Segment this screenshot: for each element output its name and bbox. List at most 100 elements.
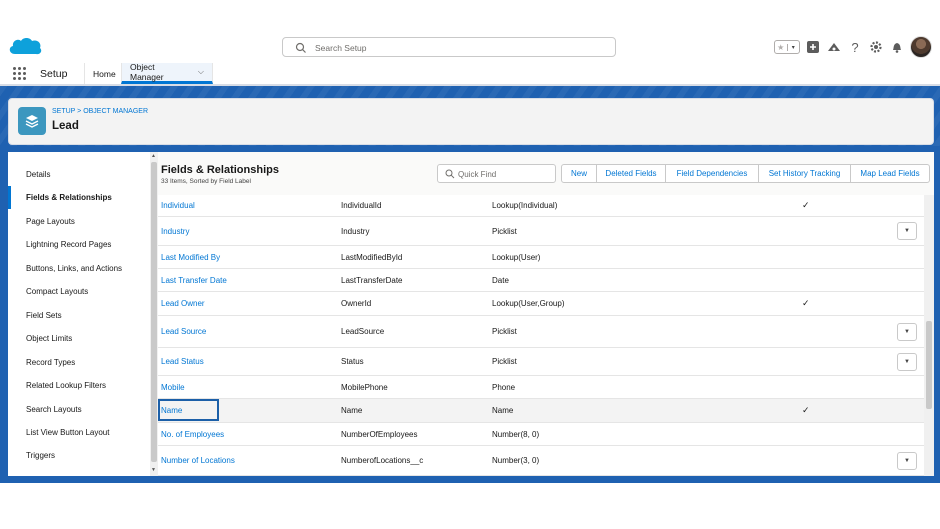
field-label-link[interactable]: Number of Locations (161, 446, 235, 475)
layers-icon (18, 107, 46, 135)
section-subtitle: 33 Items, Sorted by Field Label (161, 178, 251, 185)
field-api-name: NumberOfEmployees (341, 429, 418, 439)
field-label-link[interactable]: Individual (161, 195, 195, 216)
sidebar-scrollbar[interactable]: ▲ ▼ (150, 152, 158, 476)
sidebar-item-search-layouts[interactable]: Search Layouts (8, 398, 150, 421)
field-api-name: IndividualId (341, 201, 382, 210)
field-label-link[interactable]: Lead Status (161, 348, 204, 375)
sidebar-item-field-sets[interactable]: Field Sets (8, 304, 150, 327)
sidebar-item-label: Compact Layouts (26, 287, 89, 296)
sidebar-item-label: Buttons, Links, and Actions (26, 264, 123, 273)
field-label-link[interactable]: Industry (161, 217, 189, 245)
field-label-link[interactable]: No. of Employees (161, 423, 224, 445)
field-data-type: Picklist (492, 327, 517, 336)
field-data-type: Phone (492, 382, 516, 392)
checkmark-icon: ✓ (802, 298, 810, 308)
object-header: SETUP > OBJECT MANAGER Lead (8, 98, 934, 145)
sidebar-item-record-types[interactable]: Record Types (8, 351, 150, 374)
row-actions-button[interactable]: ▼ (897, 222, 917, 240)
set-history-tracking-button[interactable]: Set History Tracking (758, 164, 851, 183)
search-placeholder: Search Setup (315, 43, 367, 53)
chevron-down-icon[interactable]: ▾ (786, 43, 800, 51)
favorites-button[interactable]: ★ ▾ (774, 40, 800, 54)
scroll-up-icon[interactable]: ▲ (151, 153, 156, 159)
star-icon[interactable]: ★ (775, 43, 787, 52)
sidebar-item-label: List View Button Layout (26, 428, 110, 437)
field-label-link[interactable]: Mobile (161, 376, 185, 398)
row-actions-cell: ▼ (897, 316, 917, 347)
field-api-name: LastTransferDate (341, 275, 403, 285)
tab-object-manager-label: Object Manager (130, 62, 164, 82)
sidebar-item-page-layouts[interactable]: Page Layouts (8, 210, 150, 233)
field-label-link[interactable]: Lead Source (161, 316, 206, 347)
sidebar-item-fields-relationships[interactable]: Fields & Relationships (8, 186, 150, 209)
field-label-link[interactable]: Lead Owner (161, 292, 205, 315)
sidebar-item-label: Field Sets (26, 311, 62, 320)
table-row: Lead Status Status Picklist ▼ (158, 348, 924, 376)
sidebar-item-compact-layouts[interactable]: Compact Layouts (8, 280, 150, 303)
salesforce-logo-icon[interactable] (6, 34, 44, 58)
row-actions-button[interactable]: ▼ (897, 451, 917, 470)
sidebar-item-label: Triggers (26, 451, 56, 460)
sidebar-item-label: Details (26, 170, 51, 179)
breadcrumb[interactable]: SETUP > OBJECT MANAGER (52, 108, 148, 115)
fields-table: Individual IndividualId Lookup(Individual)… (158, 195, 924, 476)
field-data-type: Number(3, 0) (492, 456, 540, 465)
table-row: Name Name Name ✓ (158, 399, 924, 423)
tab-object-manager[interactable]: Object Manager ⌵ (121, 62, 213, 84)
sidebar-item-label: Fields & Relationships (26, 193, 112, 202)
sidebar-item-buttons-links-actions[interactable]: Buttons, Links, and Actions (8, 257, 150, 280)
table-row: No. of Employees NumberOfEmployees Number(… (158, 423, 924, 446)
search-input[interactable]: Search Setup (282, 37, 616, 57)
tab-home-label: Home (93, 68, 116, 79)
sidebar-item-triggers[interactable]: Triggers (8, 444, 150, 467)
sidebar-item-object-limits[interactable]: Object Limits (8, 327, 150, 350)
page-title: Lead (52, 120, 79, 132)
tab-home[interactable]: Home (84, 63, 124, 84)
avatar[interactable] (910, 36, 932, 58)
sidebar: Details Fields & Relationships Page Layo… (8, 152, 150, 476)
sidebar-item-lightning-record-pages[interactable]: Lightning Record Pages (8, 233, 150, 256)
field-api-name: Name (341, 406, 363, 415)
table-row: Mobile MobilePhone Phone (158, 376, 924, 399)
trailhead-icon[interactable] (826, 39, 842, 55)
chevron-down-icon[interactable]: ⌵ (198, 67, 204, 77)
scroll-down-icon[interactable]: ▼ (151, 467, 156, 473)
field-label-link[interactable]: Last Transfer Date (161, 269, 227, 291)
sidebar-item-list-view-button-layout[interactable]: List View Button Layout (8, 421, 150, 444)
table-row: Number of Locations NumberofLocations__c N… (158, 446, 924, 476)
quick-find-input[interactable]: Quick Find (437, 164, 556, 183)
bell-icon[interactable] (889, 39, 905, 55)
field-label-link[interactable]: Last Modified By (161, 246, 220, 268)
help-icon[interactable]: ? (847, 39, 863, 55)
sidebar-item-label: Object Limits (26, 334, 73, 343)
sidebar-item-related-lookup-filters[interactable]: Related Lookup Filters (8, 374, 150, 397)
field-data-type: Name (492, 406, 514, 415)
row-actions-button[interactable]: ▼ (897, 322, 917, 341)
app-name: Setup (40, 68, 68, 80)
field-data-type: Number(8, 0) (492, 429, 540, 439)
table-row: Industry Industry Picklist ▼ (158, 217, 924, 246)
search-icon (295, 42, 306, 53)
app-launcher-icon[interactable] (13, 67, 26, 80)
row-actions-cell: ▼ (897, 348, 917, 375)
sidebar-item-label: Search Layouts (26, 405, 82, 414)
add-icon[interactable] (805, 39, 821, 55)
field-label-link[interactable]: Name (161, 399, 182, 422)
field-dependencies-button[interactable]: Field Dependencies (665, 164, 759, 183)
checkmark-icon: ✓ (802, 405, 810, 415)
deleted-fields-button[interactable]: Deleted Fields (596, 164, 666, 183)
app-nav: Setup Home Object Manager ⌵ (0, 62, 940, 86)
sidebar-item-details[interactable]: Details (8, 163, 150, 186)
row-actions-button[interactable]: ▼ (897, 352, 917, 371)
field-api-name: NumberofLocations__c (341, 456, 424, 465)
sidebar-item-label: Lightning Record Pages (26, 240, 112, 249)
scrollbar-thumb[interactable] (151, 162, 157, 462)
scrollbar-thumb[interactable] (926, 321, 932, 409)
table-row: Lead Source LeadSource Picklist ▼ (158, 316, 924, 348)
table-scrollbar[interactable] (924, 195, 934, 476)
new-button[interactable]: New (561, 164, 597, 183)
gear-icon[interactable] (868, 39, 884, 55)
field-api-name: Industry (341, 226, 370, 236)
map-lead-fields-button[interactable]: Map Lead Fields (850, 164, 930, 183)
